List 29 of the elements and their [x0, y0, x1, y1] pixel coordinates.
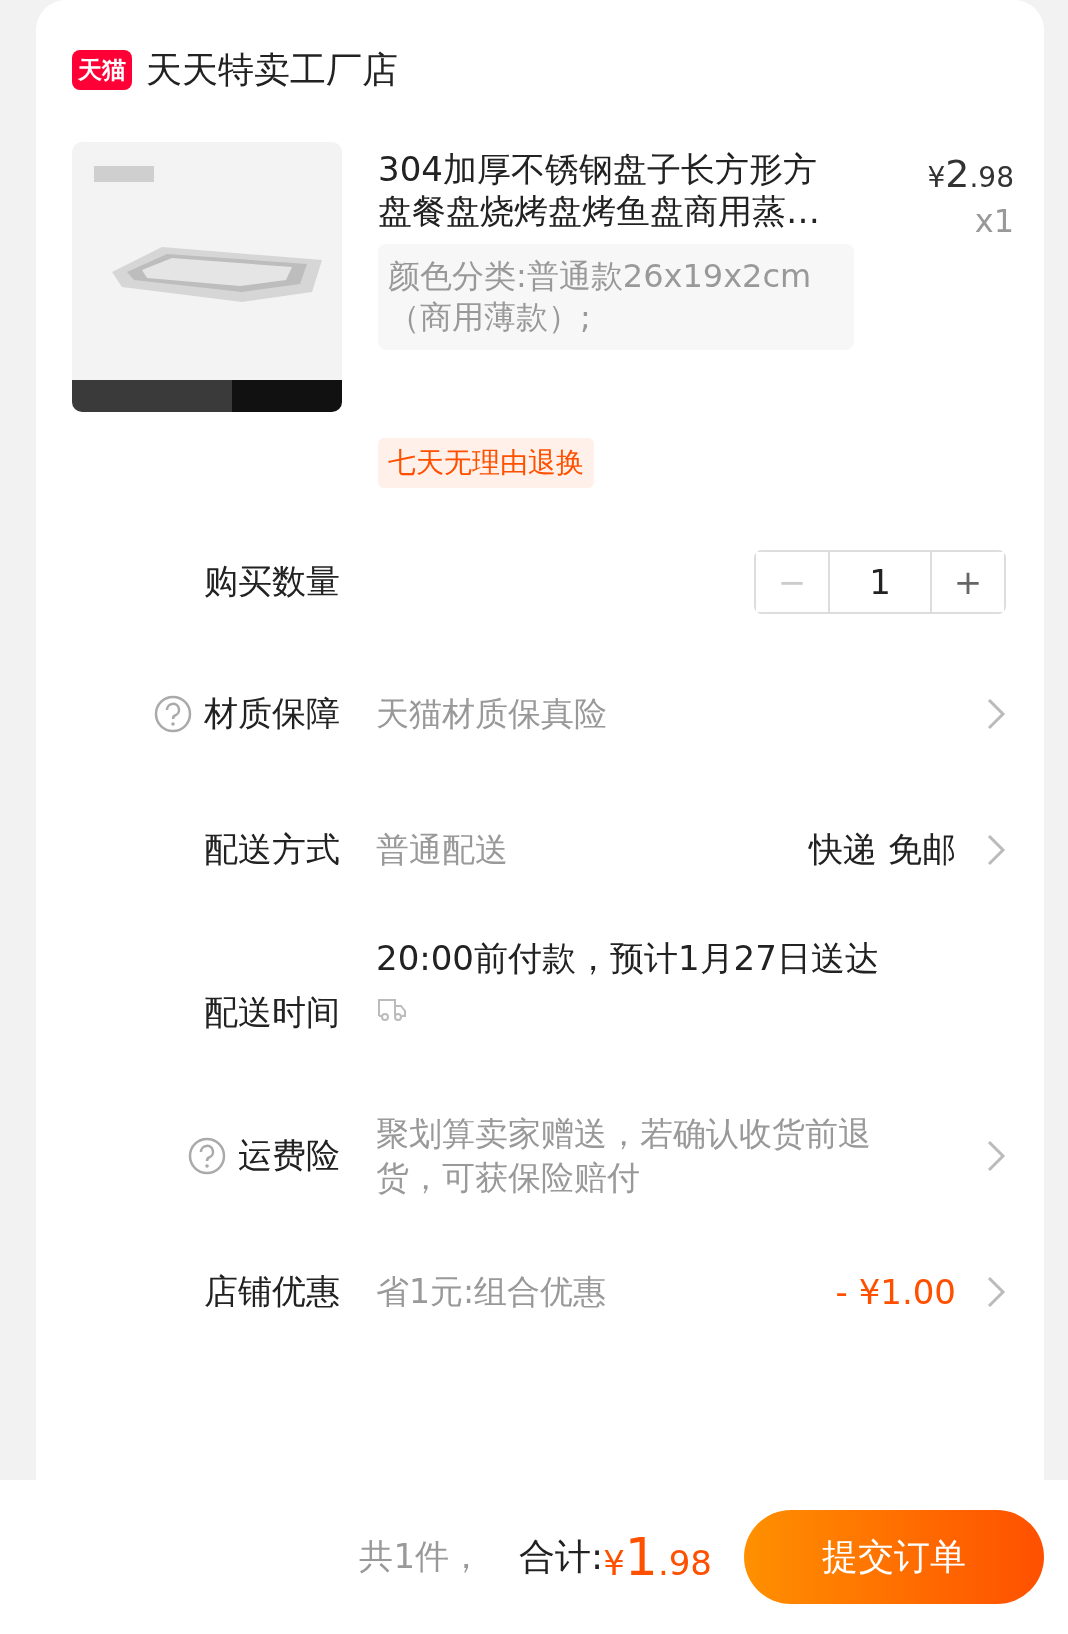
chevron-right-icon[interactable]: [986, 1139, 1006, 1173]
row-label: 购买数量: [204, 560, 340, 603]
store-name[interactable]: 天天特卖工厂店: [146, 45, 398, 95]
chevron-right-icon[interactable]: [986, 1275, 1006, 1309]
row-value: 天猫材质保真险: [375, 693, 608, 735]
product-title[interactable]: 304加厚不锈钢盘子长方形方盘餐盘烧烤盘烤鱼盘商用蒸…: [378, 148, 854, 232]
store-logo: 天猫: [72, 50, 132, 90]
product-quantity: x1: [974, 202, 1014, 240]
product-price: ¥2.98: [927, 152, 1014, 196]
row-label: 材质保障: [204, 692, 340, 735]
row-label: 运费险: [238, 1134, 340, 1177]
total-price: ¥1.98: [603, 1527, 712, 1587]
product-spec: 颜色分类:普通款26x19x2cm（商用薄款）;: [378, 244, 854, 350]
row-value: 聚划算卖家赠送，若确认收货前退货，可获保险赔付: [375, 1113, 872, 1199]
delivery-estimate: 20:00前付款，预计1月27日送达: [376, 937, 880, 980]
row-detail: - ¥1.00: [835, 1272, 956, 1312]
return-policy-tag: 七天无理由退换: [378, 438, 594, 488]
row-label: 配送方式: [204, 828, 340, 871]
chevron-right-icon[interactable]: [986, 697, 1006, 731]
row-value: 普通配送: [375, 829, 509, 871]
row-label: 店铺优惠: [204, 1270, 340, 1313]
total-label: 合计:: [519, 1534, 604, 1579]
help-icon[interactable]: [154, 695, 192, 733]
row-detail: 快递 免邮: [809, 828, 956, 871]
row-value: 省1元:组合优惠: [375, 1271, 608, 1313]
chevron-right-icon[interactable]: [986, 833, 1006, 867]
row-label: 配送时间: [204, 991, 340, 1034]
help-icon[interactable]: [188, 1137, 226, 1175]
item-count: 共1件，: [359, 1535, 484, 1578]
